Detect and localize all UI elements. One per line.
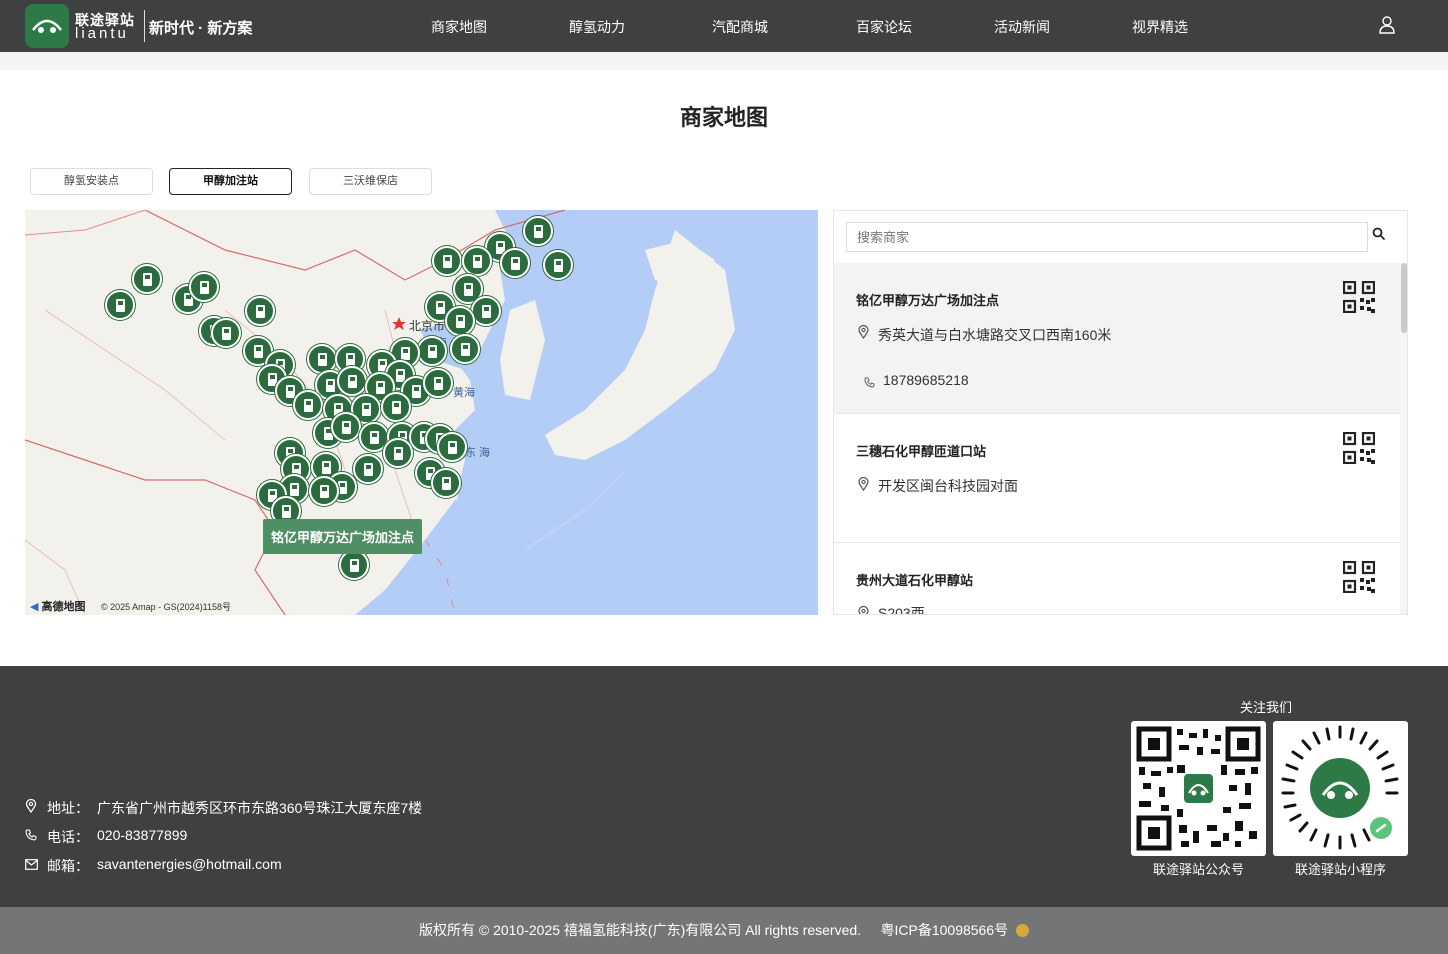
map-marker[interactable] (523, 216, 553, 246)
map-marker[interactable] (450, 334, 480, 364)
mini-program-qr (1273, 721, 1408, 856)
map-marker[interactable] (293, 390, 323, 420)
map-marker[interactable] (331, 412, 361, 442)
map-marker[interactable] (543, 250, 573, 280)
map-marker[interactable] (353, 454, 383, 484)
merchant-name: 三穗石化甲醇匝道口站 (856, 444, 987, 459)
map-marker[interactable] (105, 290, 135, 320)
police-badge-icon (1016, 924, 1030, 937)
map-marker[interactable] (431, 468, 461, 498)
user-icon[interactable] (1379, 16, 1395, 39)
nav-methanol-power[interactable]: 醇氢动力 (569, 17, 625, 37)
qr-code-icon[interactable] (1342, 560, 1376, 598)
tab-service-shop[interactable]: 三沃维保店 (309, 168, 432, 195)
map-marker[interactable] (383, 438, 413, 468)
address-label: 地址： (47, 800, 89, 816)
merchant-address: 秀英大道与白水塘路交叉口西南160米 (878, 327, 1112, 343)
address-value: 广东省广州市越秀区环市东路360号珠江大厦东座7楼 (97, 800, 423, 816)
header-spacer (0, 52, 1448, 70)
merchant-map[interactable]: 北京市 渤海 黄海 东 海 铭亿 (25, 210, 818, 615)
email-value[interactable]: savantenergies@hotmail.com (97, 856, 282, 872)
phone-value: 020-83877899 (97, 827, 188, 843)
merchant-search-input[interactable] (846, 222, 1368, 252)
search-icon[interactable] (1372, 227, 1386, 246)
map-label-donghai: 东 海 (465, 447, 491, 459)
merchant-list-item[interactable]: 三穗石化甲醇匝道口站 开发区闽台科技园对面 (834, 414, 1400, 543)
logo-icon[interactable] (25, 4, 69, 48)
top-navbar: 联途驿站 liantu 新时代 · 新方案 商家地图 醇氢动力 汽配商城 百家论… (0, 0, 1448, 52)
list-scrollbar[interactable] (1400, 263, 1407, 614)
map-marker[interactable] (381, 392, 411, 422)
location-pin-icon (858, 476, 869, 496)
copyright-text: 版权所有 © 2010-2025 禧福氢能科技(广东)有限公司 All righ… (418, 922, 1009, 938)
merchant-name: 铭亿甲醇万达广场加注点 (856, 293, 1000, 308)
phone-icon (25, 828, 37, 844)
map-label-huanghai: 黄海 (453, 387, 475, 399)
copyright-bar: 版权所有 © 2010-2025 禧福氢能科技(广东)有限公司 All righ… (0, 907, 1448, 954)
follow-us-heading: 关注我们 (1240, 700, 1293, 715)
nav-auto-parts-mall[interactable]: 汽配商城 (712, 17, 768, 37)
logo-text-en: liantu (75, 25, 129, 42)
merchant-address: S203西 (878, 605, 925, 615)
map-marker[interactable] (189, 272, 219, 302)
mail-icon (25, 857, 38, 873)
map-copyright: © 2025 Amap - GS(2024)1158号 (101, 602, 232, 612)
location-pin-icon (858, 605, 869, 614)
map-marker[interactable] (432, 246, 462, 276)
location-pin-icon (858, 324, 869, 344)
amap-logo: ◀ 高德地图 (30, 601, 86, 613)
map-marker[interactable] (337, 366, 367, 396)
email-label: 邮箱： (47, 858, 89, 874)
merchant-name: 贵州大道石化甲醇站 (856, 573, 974, 588)
map-marker[interactable] (417, 336, 447, 366)
tab-methanol-install[interactable]: 醇氢安装点 (30, 168, 153, 195)
scrollbar-thumb[interactable] (1401, 263, 1407, 333)
phone-icon (864, 375, 875, 393)
map-marker[interactable] (437, 432, 467, 462)
merchant-address: 开发区闽台科技园对面 (878, 478, 1018, 494)
nav-merchant-map[interactable]: 商家地图 (431, 17, 487, 37)
map-marker[interactable] (462, 246, 492, 276)
map-marker-tooltip: 铭亿甲醇万达广场加注点 (263, 519, 423, 554)
footer: 地址： 广东省广州市越秀区环市东路360号珠江大厦东座7楼 电话： 020-83… (0, 666, 1448, 907)
official-account-qr (1131, 721, 1266, 856)
slogan: 新时代 · 新方案 (149, 20, 253, 37)
qr-code-icon[interactable] (1342, 280, 1376, 318)
official-account-caption: 联途驿站公众号 (1152, 862, 1244, 877)
map-marker[interactable] (339, 550, 369, 580)
map-marker[interactable] (500, 248, 530, 278)
location-pin-icon (25, 798, 37, 816)
page-title: 商家地图 (679, 105, 768, 130)
tab-methanol-station[interactable]: 甲醇加注站 (169, 168, 292, 195)
phone-label: 电话： (47, 829, 89, 845)
map-marker[interactable] (471, 296, 501, 326)
nav-forum[interactable]: 百家论坛 (856, 17, 912, 37)
map-marker[interactable] (309, 476, 339, 506)
map-marker[interactable] (132, 264, 162, 294)
merchant-list-item[interactable]: 贵州大道石化甲醇站 S203西 (834, 543, 1400, 615)
merchant-phone: 18789685218 (883, 372, 969, 388)
mini-program-caption: 联途驿站小程序 (1294, 862, 1386, 877)
map-marker[interactable] (423, 368, 453, 398)
map-marker[interactable] (445, 306, 475, 336)
nav-featured-videos[interactable]: 视界精选 (1132, 17, 1188, 37)
map-marker[interactable] (211, 318, 241, 348)
merchant-list-item[interactable]: 铭亿甲醇万达广场加注点 秀英大道与白水塘路交叉口西南160米 187896852… (834, 263, 1400, 414)
merchant-list-panel: 铭亿甲醇万达广场加注点 秀英大道与白水塘路交叉口西南160米 187896852… (833, 210, 1408, 615)
nav-events-news[interactable]: 活动新闻 (994, 17, 1050, 37)
qr-code-icon[interactable] (1342, 431, 1376, 469)
map-marker[interactable] (245, 296, 275, 326)
logo-divider (144, 10, 145, 42)
